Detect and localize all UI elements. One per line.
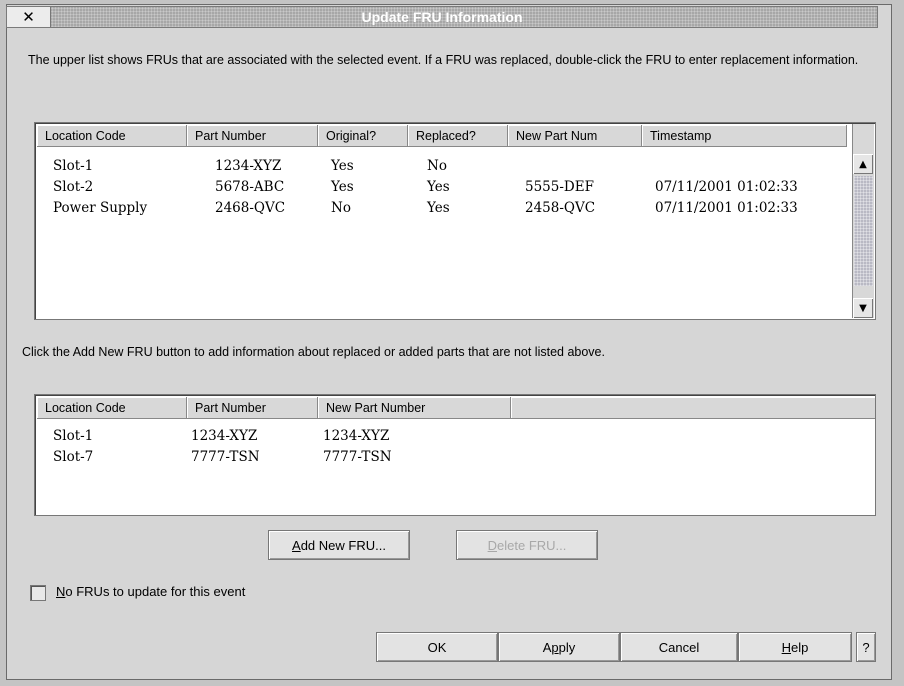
cell-original: Yes xyxy=(331,179,354,195)
arrow-down-icon: ▼ xyxy=(859,302,867,314)
cell-replaced: Yes xyxy=(427,179,450,195)
cell-new-part: 1234-XYZ xyxy=(323,428,390,444)
cell-location: Slot-7 xyxy=(53,449,94,465)
column-header-part-number[interactable]: Part Number xyxy=(187,125,318,147)
upper-instructions: The upper list shows FRUs that are assoc… xyxy=(28,53,859,67)
scroll-up-button[interactable]: ▲ xyxy=(853,154,873,174)
lower-instructions: Click the Add New FRU button to add info… xyxy=(22,345,605,359)
column-header-location[interactable]: Location Code xyxy=(37,125,187,147)
cell-location: Slot-1 xyxy=(53,428,94,444)
cell-replaced: Yes xyxy=(427,200,450,216)
arrow-up-icon: ▲ xyxy=(859,158,867,170)
table-row[interactable]: Power Supply 2468-QVC No Yes 2458-QVC 07/11/2… xyxy=(35,197,875,219)
question-mark-icon: ? xyxy=(862,639,870,655)
column-header-part-number[interactable]: Part Number xyxy=(187,397,318,419)
lower-fru-list[interactable]: Location Code Part Number New Part Numbe… xyxy=(34,394,876,516)
ok-button[interactable]: OK xyxy=(376,632,498,662)
table-row[interactable]: Slot-1 1234-XYZ Yes No xyxy=(35,155,875,177)
cell-part: 2468-QVC xyxy=(215,200,286,216)
cell-location: Power Supply xyxy=(53,200,148,216)
cell-original: Yes xyxy=(331,158,354,174)
table-row[interactable]: Slot-2 5678-ABC Yes Yes 5555-DEF 07/11/2001 0… xyxy=(35,176,875,198)
column-header-original[interactable]: Original? xyxy=(318,125,408,147)
cell-location: Slot-2 xyxy=(53,179,94,195)
table-row[interactable]: Slot-1 1234-XYZ 1234-XYZ xyxy=(35,425,875,447)
apply-button[interactable]: Ap ply xyxy=(498,632,620,662)
cell-timestamp: 07/11/2001 01:02:33 xyxy=(655,179,798,195)
column-header-timestamp[interactable]: Timestamp xyxy=(642,125,847,147)
window-title: Update FRU Information xyxy=(361,9,523,25)
cell-new-part: 7777-TSN xyxy=(323,449,392,465)
upper-list-scrollbar[interactable]: ▲ ▼ xyxy=(852,124,874,318)
add-new-fru-button[interactable]: Add New FRU... xyxy=(268,530,410,560)
help-button[interactable]: Help xyxy=(738,632,852,662)
cell-original: No xyxy=(331,200,351,216)
title-bar[interactable]: ✕ Update FRU Information xyxy=(6,6,878,28)
table-row[interactable]: Slot-7 7777-TSN 7777-TSN xyxy=(35,446,875,468)
column-header-location[interactable]: Location Code xyxy=(37,397,187,419)
cell-new-part: 5555-DEF xyxy=(525,179,594,195)
column-header-new-part-num[interactable]: New Part Num xyxy=(508,125,642,147)
cell-part: 1234-XYZ xyxy=(215,158,282,174)
cell-part: 1234-XYZ xyxy=(191,428,258,444)
cell-new-part: 2458-QVC xyxy=(525,200,596,216)
context-help-button[interactable]: ? xyxy=(856,632,876,662)
delete-fru-button[interactable]: Delete FRU... xyxy=(456,530,598,560)
cell-replaced: No xyxy=(427,158,447,174)
scroll-thumb[interactable] xyxy=(854,176,873,286)
cell-part: 7777-TSN xyxy=(191,449,260,465)
dialog-window xyxy=(6,4,892,680)
upper-fru-list[interactable]: Location Code Part Number Original? Repl… xyxy=(34,122,876,320)
cancel-button[interactable]: Cancel xyxy=(620,632,738,662)
no-frus-checkbox-label[interactable]: No FRUs to update for this event xyxy=(56,584,245,599)
cell-timestamp: 07/11/2001 01:02:33 xyxy=(655,200,798,216)
cell-location: Slot-1 xyxy=(53,158,94,174)
column-header-new-part-number[interactable]: New Part Number xyxy=(318,397,511,419)
scroll-down-button[interactable]: ▼ xyxy=(853,298,873,318)
column-header-replaced[interactable]: Replaced? xyxy=(408,125,508,147)
cell-part: 5678-ABC xyxy=(215,179,285,195)
no-frus-checkbox[interactable] xyxy=(30,585,46,601)
column-header-empty xyxy=(511,397,875,419)
